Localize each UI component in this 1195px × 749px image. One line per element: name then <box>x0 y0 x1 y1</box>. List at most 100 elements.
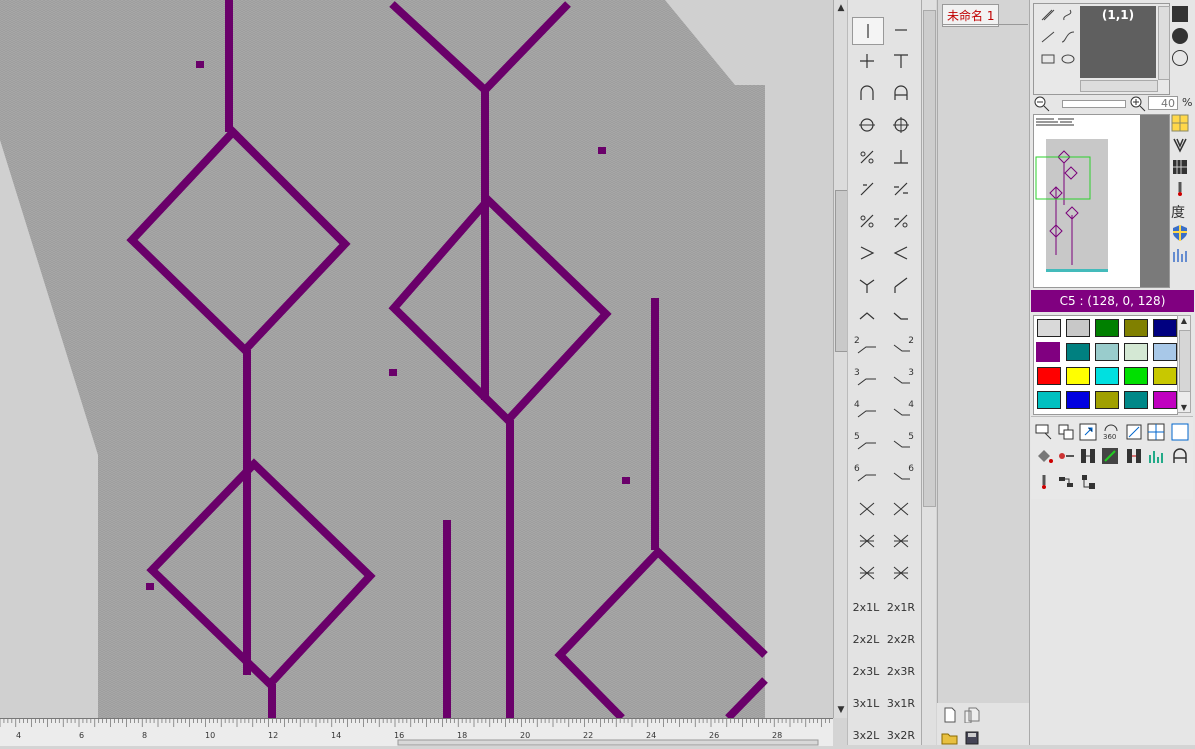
color-swatch[interactable] <box>1037 391 1061 409</box>
pencil-icon[interactable] <box>1040 8 1056 22</box>
stitch-view-icon[interactable] <box>1171 136 1189 154</box>
mirror-icon[interactable] <box>1125 447 1143 465</box>
stitch-numbered-button[interactable]: 6 <box>886 464 916 490</box>
color-swatch[interactable] <box>1124 319 1148 337</box>
color-swatch[interactable] <box>1153 319 1177 337</box>
stitch-perp-button[interactable] <box>886 144 916 170</box>
stitch-cable-cross-button[interactable] <box>886 560 916 586</box>
color-swatch[interactable] <box>1095 343 1119 361</box>
color-swatch[interactable] <box>1037 367 1061 385</box>
color-swatch[interactable] <box>1066 319 1090 337</box>
zoom-in-icon[interactable] <box>1130 96 1146 112</box>
color-swatch[interactable] <box>1066 367 1090 385</box>
stitch-less-button[interactable] <box>886 240 916 266</box>
marker-icon[interactable] <box>1171 180 1189 198</box>
tools-scrollbar[interactable] <box>1158 6 1170 80</box>
stitch-cable-cross-button[interactable] <box>886 496 916 522</box>
stitch-dec-left-button[interactable] <box>852 144 882 170</box>
color-swatch[interactable] <box>1153 391 1177 409</box>
stitch-dec-c-button[interactable] <box>852 208 882 234</box>
stitch-dec-a-button[interactable] <box>852 176 882 202</box>
canvas-vertical-scrollbar[interactable]: ▲ ▼ <box>833 0 848 718</box>
horizontal-scrollbar[interactable] <box>397 739 819 746</box>
stitch-numbered-button[interactable]: 2 <box>852 336 882 362</box>
align-icon[interactable] <box>1057 473 1075 491</box>
color-swatch[interactable] <box>1153 343 1177 361</box>
color-swatch[interactable] <box>1066 343 1090 361</box>
stitch-cable-button[interactable]: 2x3L <box>851 658 881 684</box>
knit-pattern-grid[interactable] <box>0 0 833 718</box>
stitch-purl-button[interactable] <box>886 17 916 43</box>
stitch-arch-button[interactable] <box>852 80 882 106</box>
statistics-icon[interactable] <box>1147 447 1165 465</box>
degree-icon[interactable]: 度 <box>1171 202 1185 222</box>
stitch-cable-button[interactable]: 2x1L <box>851 594 881 620</box>
palette-scrollbar[interactable]: ▲ ▼ <box>1177 315 1191 413</box>
copy-file-icon[interactable] <box>963 707 981 723</box>
stitch-bend-left-button[interactable] <box>852 304 882 330</box>
open-folder-icon[interactable] <box>941 731 959 745</box>
fill-circle-icon[interactable] <box>1172 28 1188 44</box>
stitch-cable-cross-button[interactable] <box>886 528 916 554</box>
pin-icon[interactable] <box>1035 473 1053 491</box>
stitch-cable-button[interactable]: 2x3R <box>886 658 916 684</box>
stitch-cable-button[interactable]: 3x2R <box>886 722 916 748</box>
stitch-panel-scrollbar[interactable] <box>921 0 936 745</box>
stitch-cable-button[interactable]: 3x1L <box>851 690 881 716</box>
grid-icon[interactable] <box>1171 114 1189 132</box>
copy-region-icon[interactable] <box>1057 423 1075 441</box>
scroll-thumb[interactable] <box>1179 330 1191 392</box>
zoom-slider[interactable] <box>1062 100 1126 108</box>
stitch-cable-cross-button[interactable] <box>852 496 882 522</box>
stitch-cable-button[interactable]: 2x2L <box>851 626 881 652</box>
stitch-greater-button[interactable] <box>852 240 882 266</box>
ellipse-tool-icon[interactable] <box>1060 52 1076 66</box>
scroll-up-icon[interactable]: ▲ <box>1178 316 1190 325</box>
stitch-y-left-button[interactable] <box>852 272 882 298</box>
stitch-dec-d-button[interactable] <box>886 208 916 234</box>
needle-bed-icon[interactable] <box>1171 158 1189 176</box>
stitch-numbered-button[interactable]: 5 <box>852 432 882 458</box>
stitch-numbered-button[interactable]: 4 <box>852 400 882 426</box>
rectangle-tool-icon[interactable] <box>1040 52 1056 66</box>
stitch-bend-right-button[interactable] <box>886 304 916 330</box>
stitch-numbered-button[interactable]: 3 <box>886 368 916 394</box>
stitch-cable-button[interactable]: 2x2R <box>886 626 916 652</box>
zoom-out-icon[interactable] <box>1034 96 1050 112</box>
freehand-icon[interactable] <box>1060 8 1076 22</box>
frame-icon[interactable] <box>1171 423 1189 441</box>
stitch-dec-b-button[interactable] <box>886 176 916 202</box>
shield-icon[interactable] <box>1171 224 1189 242</box>
color-swatch[interactable] <box>1095 319 1119 337</box>
knit-canvas[interactable] <box>0 0 833 718</box>
eyedropper-icon[interactable] <box>1101 447 1119 465</box>
stitch-knit-button[interactable] <box>852 17 884 45</box>
bars-icon[interactable] <box>1171 246 1189 264</box>
stitch-cable-cross-button[interactable] <box>852 560 882 586</box>
color-swatch[interactable] <box>1095 391 1119 409</box>
color-swatch[interactable] <box>1035 341 1061 363</box>
stitch-circle-bar-button[interactable] <box>886 112 916 138</box>
color-swatch[interactable] <box>1037 319 1061 337</box>
stitch-arch-bar-button[interactable] <box>886 80 916 106</box>
stitch-numbered-button[interactable]: 5 <box>886 432 916 458</box>
scroll-down-icon[interactable]: ▼ <box>1178 403 1190 412</box>
fill-square-icon[interactable] <box>1172 6 1188 22</box>
color-swatch[interactable] <box>1066 391 1090 409</box>
stitch-tuck-button[interactable] <box>886 48 916 74</box>
color-swatch[interactable] <box>1124 391 1148 409</box>
fill-bucket-icon[interactable] <box>1035 447 1053 465</box>
stitch-numbered-button[interactable]: 2 <box>886 336 916 362</box>
distribute-icon[interactable] <box>1079 473 1097 491</box>
stitch-cable-button[interactable]: 2x1R <box>886 594 916 620</box>
stitch-y-right-button[interactable] <box>886 272 916 298</box>
color-swatch[interactable] <box>1124 343 1148 361</box>
scroll-thumb[interactable] <box>923 10 936 507</box>
new-file-icon[interactable] <box>943 707 957 723</box>
stitch-numbered-button[interactable]: 4 <box>886 400 916 426</box>
zoom-input[interactable]: 40 <box>1148 96 1178 110</box>
tools-hscrollbar[interactable] <box>1080 80 1158 92</box>
stitch-circle-button[interactable] <box>852 112 882 138</box>
stitch-cable-button[interactable]: 3x2L <box>851 722 881 748</box>
color-swatch[interactable] <box>1153 367 1177 385</box>
